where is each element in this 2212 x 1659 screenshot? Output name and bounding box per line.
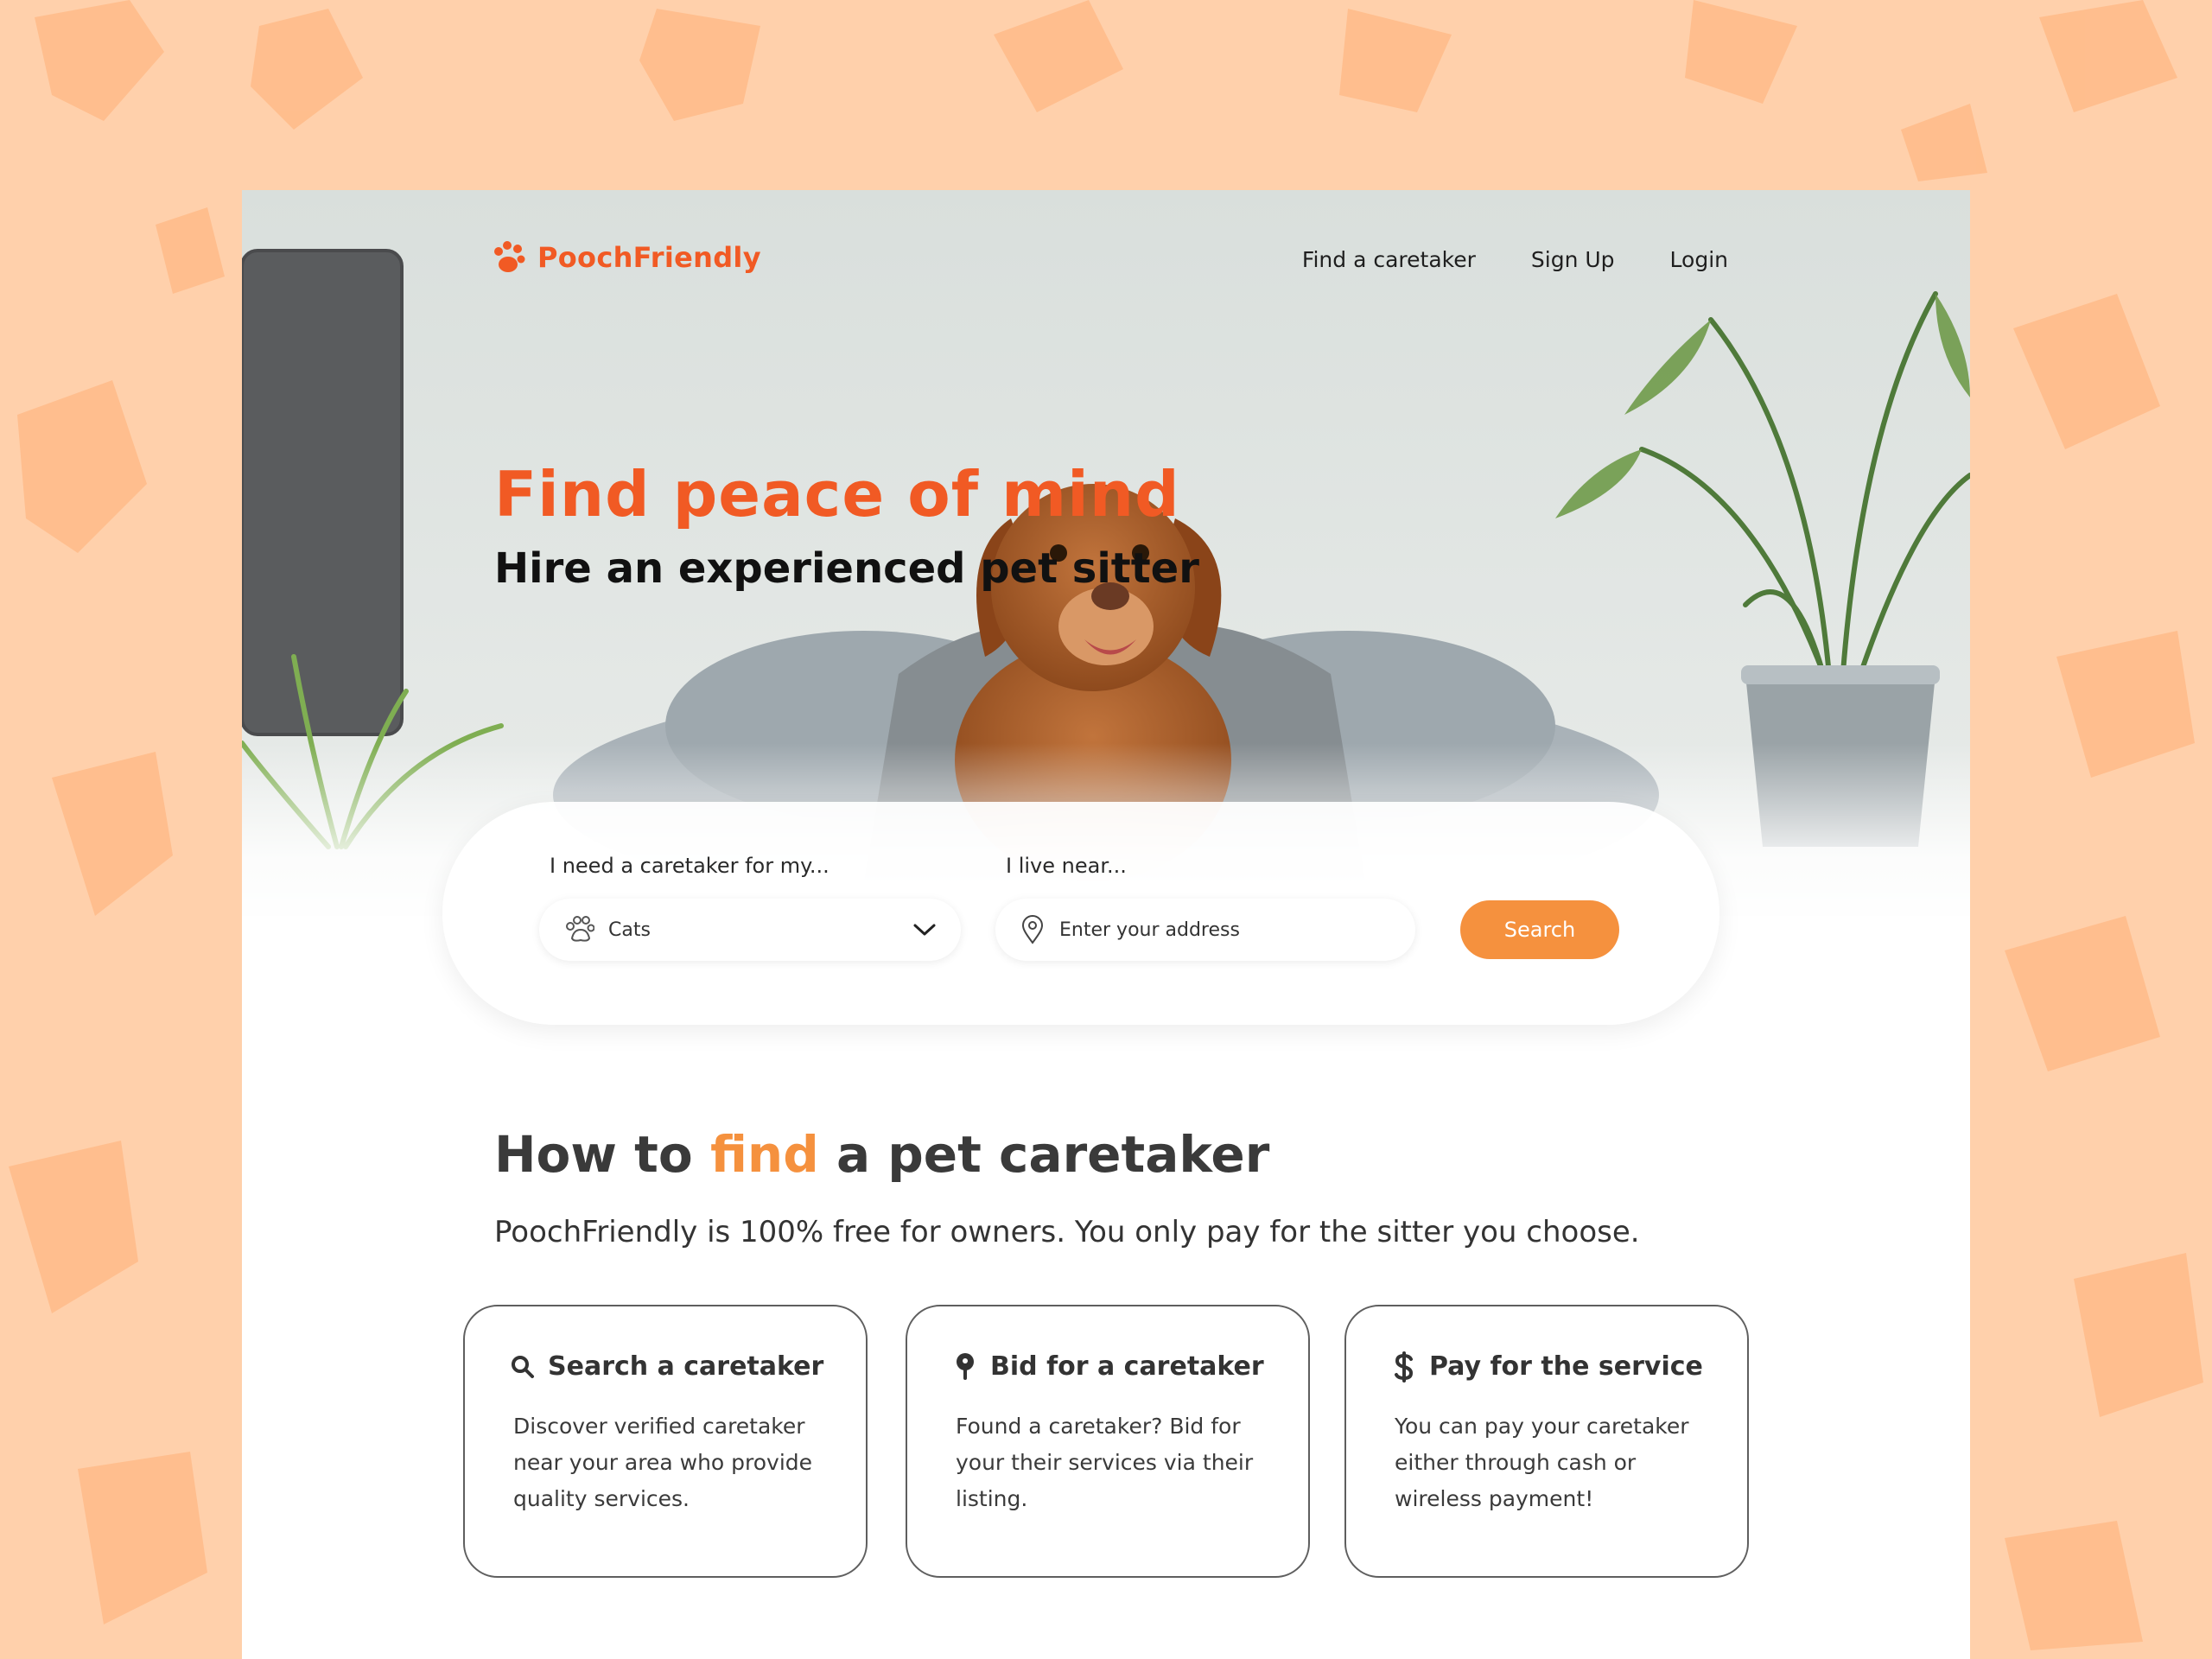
step-description: Discover verified caretaker near your ar… [513,1414,813,1511]
paw-icon [494,241,525,272]
page-frame: PoochFriendly Find a caretaker Sign Up L… [242,190,1970,1659]
step-description: You can pay your caretaker either throug… [1395,1414,1689,1511]
paw-outline-icon [566,916,594,942]
step-title: Bid for a caretaker [990,1351,1264,1382]
search-panel: I need a caretaker for my... I live near… [442,802,1719,1025]
step-header: Search a caretaker [510,1351,823,1382]
step-header: Pay for the service [1391,1351,1703,1382]
top-navigation: PoochFriendly Find a caretaker Sign Up L… [493,240,1728,292]
step-card-search: Search a caretaker Discover verified car… [463,1305,868,1578]
how-to-description: PoochFriendly is 100% free for owners. Y… [494,1215,1640,1249]
nav-link-login[interactable]: Login [1670,247,1728,272]
pet-type-value: Cats [608,918,651,941]
nav-link-find-caretaker[interactable]: Find a caretaker [1302,247,1476,272]
location-label: I live near... [1006,854,1127,878]
how-to-title: How to find a pet caretaker [494,1125,1269,1184]
search-icon [510,1352,536,1382]
chevron-down-icon [913,924,936,936]
address-field[interactable] [995,899,1415,961]
step-title: Pay for the service [1429,1351,1703,1382]
step-description: Found a caretaker? Bid for your their se… [956,1414,1254,1511]
nav-link-sign-up[interactable]: Sign Up [1531,247,1615,272]
how-to-title-accent: find [709,1125,819,1184]
step-card-pay: Pay for the service You can pay your car… [1344,1305,1749,1578]
steps-list: Search a caretaker Discover verified car… [463,1305,1749,1580]
hero-title: Find peace of mind [494,458,1180,531]
pet-type-select[interactable]: Cats [539,899,961,961]
step-title: Search a caretaker [548,1351,824,1382]
how-to-title-start: How to [494,1125,710,1184]
brand-logo[interactable]: PoochFriendly [493,240,761,275]
step-header: Bid for a caretaker [952,1351,1264,1382]
dollar-icon [1391,1351,1417,1382]
pet-type-label: I need a caretaker for my... [550,854,830,878]
bid-icon [952,1352,978,1382]
address-input[interactable] [1059,918,1388,941]
search-button[interactable]: Search [1460,900,1619,959]
how-to-title-end: a pet caretaker [818,1125,1270,1184]
brand-name: PoochFriendly [537,241,761,274]
step-card-bid: Bid for a caretaker Found a caretaker? B… [906,1305,1310,1578]
map-pin-icon [1021,915,1044,944]
nav-links: Find a caretaker Sign Up Login [1302,247,1728,272]
hero-subtitle: Hire an experienced pet sitter [494,544,1199,593]
